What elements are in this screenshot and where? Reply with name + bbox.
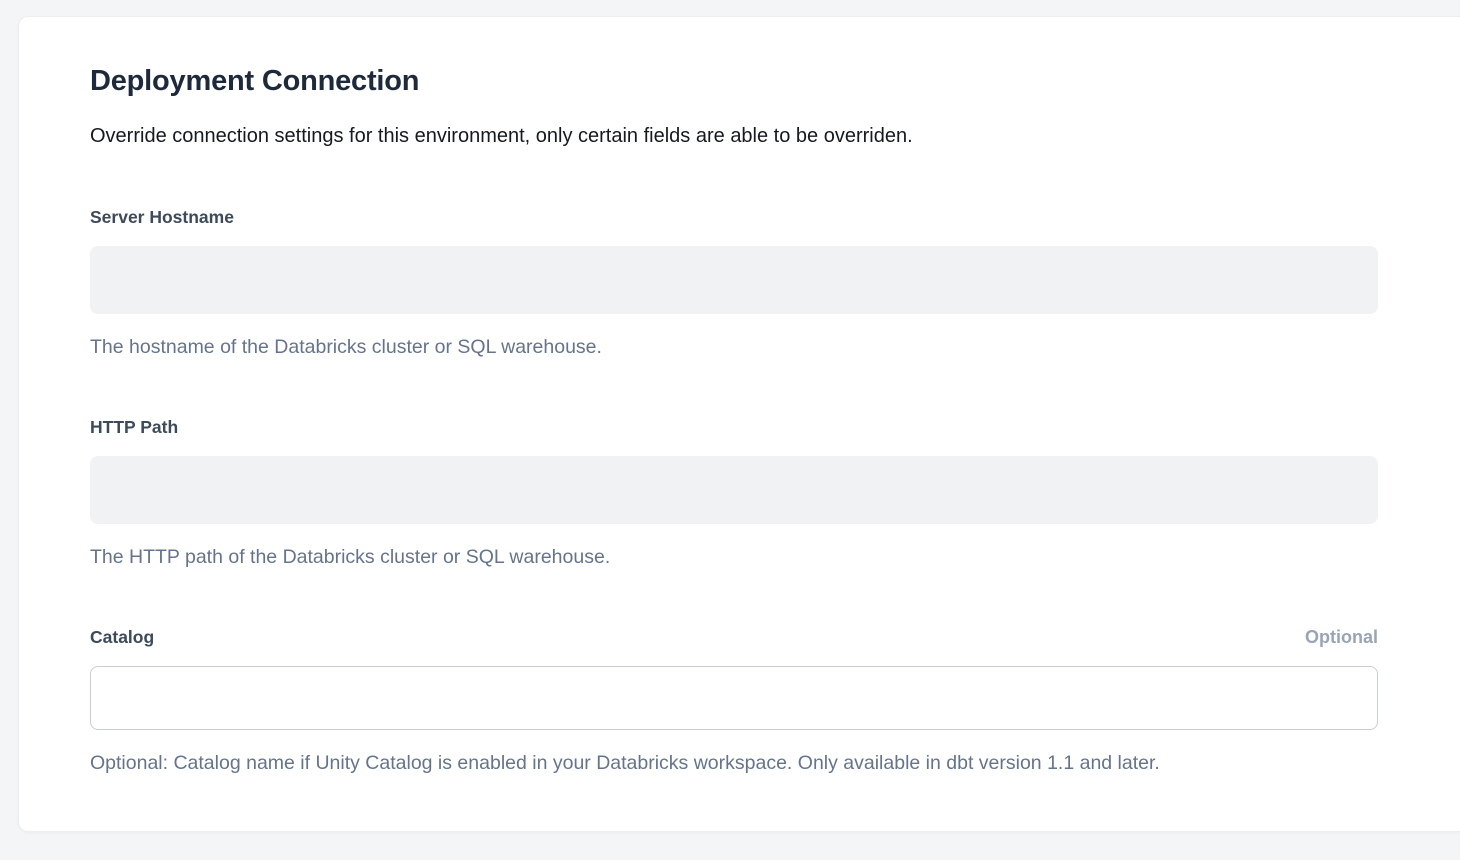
server-hostname-input [90, 246, 1378, 314]
server-hostname-label: Server Hostname [90, 207, 234, 228]
http-path-label: HTTP Path [90, 417, 178, 438]
deployment-connection-card: Deployment Connection Override connectio… [18, 16, 1460, 832]
page-subtitle: Override connection settings for this en… [90, 125, 1379, 148]
label-row: HTTP Path [90, 417, 1378, 438]
field-group-catalog: Catalog Optional Optional: Catalog name … [90, 627, 1378, 775]
server-hostname-helper-text: The hostname of the Databricks cluster o… [90, 336, 1378, 359]
card-content: Deployment Connection Override connectio… [19, 17, 1379, 775]
field-group-http-path: HTTP Path The HTTP path of the Databrick… [90, 417, 1378, 569]
label-row: Catalog Optional [90, 627, 1378, 648]
field-group-server-hostname: Server Hostname The hostname of the Data… [90, 207, 1378, 359]
catalog-input[interactable] [90, 666, 1378, 730]
http-path-helper-text: The HTTP path of the Databricks cluster … [90, 546, 1378, 569]
page-title: Deployment Connection [90, 65, 1379, 98]
optional-badge: Optional [1305, 627, 1378, 648]
http-path-input [90, 456, 1378, 524]
label-row: Server Hostname [90, 207, 1378, 228]
catalog-label: Catalog [90, 627, 154, 648]
catalog-helper-text: Optional: Catalog name if Unity Catalog … [90, 752, 1378, 775]
